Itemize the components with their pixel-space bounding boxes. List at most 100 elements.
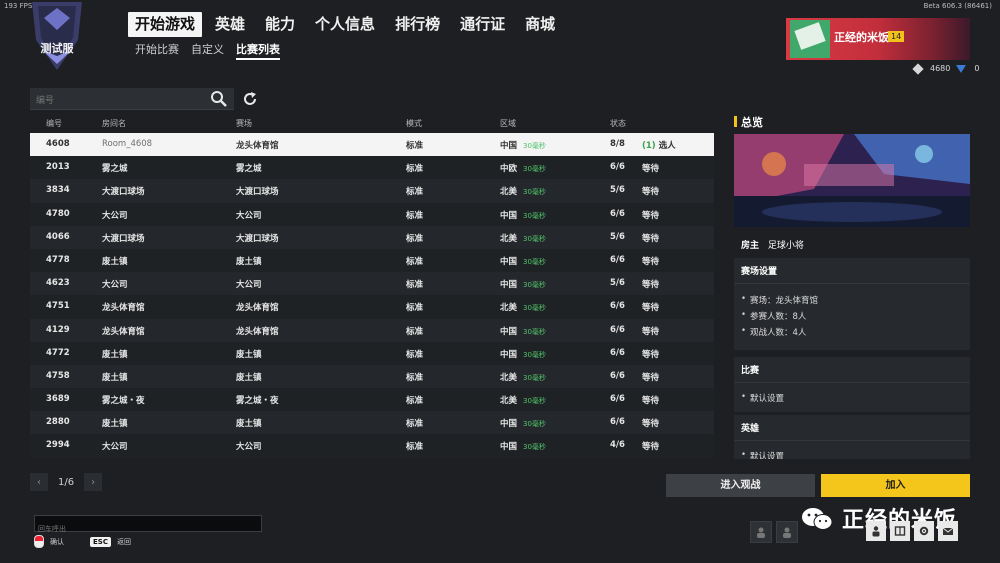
header-region: 区域 [500, 119, 516, 128]
overview-title: 总览 [741, 116, 763, 129]
region-label: 中欧 [500, 164, 518, 175]
heroes-setting-item: 默认设置 [741, 450, 963, 459]
search-icon[interactable] [210, 90, 228, 108]
overview-accent [734, 116, 737, 127]
ping-label: 30毫秒 [523, 281, 546, 290]
player-name: 正经的米饭 [834, 31, 889, 44]
room-arena: 废土镇 [236, 372, 262, 383]
arena-setting-item: 观战人数：4人 [741, 326, 963, 338]
room-arena: 龙头体育馆 [236, 326, 279, 337]
subnav-custom[interactable]: 自定义 [191, 41, 224, 60]
ping-label: 30毫秒 [523, 373, 546, 382]
room-arena: 大公司 [236, 210, 262, 221]
party-slot[interactable] [750, 521, 772, 543]
search-box [30, 88, 234, 112]
room-name: 废土镇 [102, 419, 128, 430]
player-level-badge: 14 [888, 31, 905, 42]
pagination: ‹ 1/6 › [30, 473, 103, 491]
room-player-count: 6/6 [610, 254, 625, 265]
room-mode: 标准 [406, 442, 424, 453]
room-name: Room_4608 [102, 139, 153, 149]
coin-count: 4680 [930, 64, 951, 73]
room-name: 大公司 [102, 442, 128, 453]
room-region: 中国 30毫秒 [500, 325, 546, 337]
table-row[interactable]: 4608 Room_4608 龙头体育馆 标准 中国 30毫秒 8/8 (1) 选人 [30, 133, 714, 157]
ping-label: 30毫秒 [523, 443, 546, 452]
room-arena: 大渡口球场 [236, 233, 279, 244]
nav-abilities[interactable]: 能力 [258, 12, 302, 37]
status-label: 等待 [642, 396, 660, 407]
room-region: 中国 30毫秒 [500, 417, 546, 429]
header-status: 状态 [610, 119, 626, 128]
search-input[interactable] [30, 90, 198, 112]
nav-leaderboard[interactable]: 排行榜 [388, 12, 447, 37]
spectate-button[interactable]: 进入观战 [666, 474, 815, 497]
room-region: 北美 30毫秒 [500, 371, 546, 383]
table-row[interactable]: 3689 雾之城・夜 雾之城・夜 标准 北美 30毫秒 6/6 等待 [30, 388, 714, 412]
settings-button[interactable] [914, 521, 934, 541]
room-player-count: 5/6 [610, 278, 625, 289]
main-nav: 开始游戏 英雄 能力 个人信息 排行榜 通行证 商城 [128, 12, 562, 37]
table-row[interactable]: 4751 龙头体育馆 龙头体育馆 标准 北美 30毫秒 6/6 等待 [30, 295, 714, 319]
table-row[interactable]: 4623 大公司 大公司 标准 中国 30毫秒 5/6 等待 [30, 272, 714, 296]
codex-button[interactable] [890, 521, 910, 541]
room-mode: 标准 [406, 280, 424, 291]
table-row[interactable]: 4758 废土镇 废土镇 标准 北美 30毫秒 6/6 等待 [30, 364, 714, 389]
room-arena: 龙头体育馆 [236, 303, 279, 314]
table-row[interactable]: 2880 废土镇 废土镇 标准 中国 30毫秒 6/6 等待 [30, 411, 714, 435]
room-region: 中欧 30毫秒 [500, 162, 546, 174]
nav-store[interactable]: 商城 [518, 12, 562, 37]
friends-button[interactable] [866, 521, 886, 541]
room-mode: 标准 [406, 326, 424, 337]
room-status: 等待 [642, 348, 659, 360]
table-row[interactable]: 4772 废土镇 废土镇 标准 中国 30毫秒 6/6 等待 [30, 341, 714, 365]
room-arena: 雾之城・夜 [236, 396, 279, 407]
ping-label: 30毫秒 [523, 257, 546, 266]
nav-battle-pass[interactable]: 通行证 [453, 12, 512, 37]
room-arena: 废土镇 [236, 419, 262, 430]
mail-button[interactable] [938, 521, 958, 541]
game-logo-icon [32, 2, 82, 70]
subnav-start-match[interactable]: 开始比赛 [135, 41, 179, 60]
chat-box [34, 515, 262, 537]
room-id: 4778 [46, 254, 70, 265]
room-player-count: 8/8 [610, 139, 625, 149]
nav-heroes[interactable]: 英雄 [208, 12, 252, 37]
logo-text: 测试服 [40, 42, 74, 55]
table-row[interactable]: 2013 雾之城 雾之城 标准 中欧 30毫秒 6/6 等待 [30, 156, 714, 180]
prev-page-button[interactable]: ‹ [30, 473, 48, 491]
room-mode: 标准 [406, 256, 424, 267]
ping-label: 30毫秒 [523, 211, 546, 220]
room-name: 龙头体育馆 [102, 326, 145, 337]
room-name: 龙头体育馆 [102, 303, 145, 314]
room-name: 废土镇 [102, 372, 128, 383]
room-arena: 大公司 [236, 442, 262, 453]
table-row[interactable]: 2994 大公司 大公司 标准 中国 30毫秒 4/6 等待 [30, 434, 714, 458]
status-label: 等待 [642, 349, 660, 360]
party-slot[interactable] [776, 521, 798, 543]
room-mode: 标准 [406, 372, 424, 383]
table-row[interactable]: 4129 龙头体育馆 龙头体育馆 标准 中国 30毫秒 6/6 等待 [30, 318, 714, 342]
coin-icon [912, 62, 924, 75]
room-status: 等待 [642, 232, 659, 244]
book-icon [894, 526, 906, 536]
room-arena: 废土镇 [236, 349, 262, 360]
room-status: 等待 [642, 394, 659, 406]
room-status: 等待 [642, 255, 659, 267]
room-player-count: 6/6 [610, 162, 625, 173]
join-button[interactable]: 加入 [821, 474, 970, 497]
next-page-button[interactable]: › [84, 473, 103, 491]
region-label: 中国 [500, 442, 518, 453]
table-row[interactable]: 4066 大渡口球场 大渡口球场 标准 北美 30毫秒 5/6 等待 [30, 225, 714, 249]
status-label: 等待 [642, 419, 660, 430]
table-row[interactable]: 4780 大公司 大公司 标准 中国 30毫秒 6/6 等待 [30, 202, 714, 226]
room-name: 废土镇 [102, 349, 128, 360]
table-row[interactable]: 3834 大渡口球场 大渡口球场 标准 北美 30毫秒 5/6 等待 [30, 179, 714, 203]
nav-start-game[interactable]: 开始游戏 [128, 12, 203, 37]
heroes-panel: 英雄 默认设置 [734, 415, 970, 459]
subnav-match-list[interactable]: 比赛列表 [236, 41, 280, 60]
nav-profile[interactable]: 个人信息 [308, 12, 382, 37]
region-label: 北美 [500, 372, 518, 383]
table-row[interactable]: 4778 废土镇 废土镇 标准 中国 30毫秒 6/6 等待 [30, 248, 714, 273]
refresh-icon[interactable] [241, 90, 259, 108]
